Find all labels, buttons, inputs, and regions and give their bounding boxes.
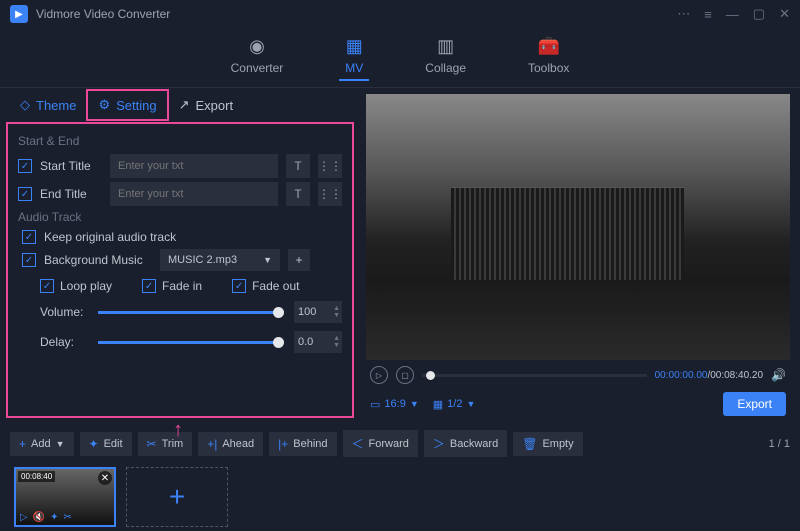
play-button[interactable]: ▷ [370,366,388,384]
clip-toolbar: +Add ▼ ✦Edit ✂Trim +|Ahead |+Behind ＜For… [0,424,800,463]
start-title-input[interactable] [110,154,278,178]
chevron-left-icon: ＜ [352,435,364,452]
chevron-right-icon: ＞ [433,435,445,452]
backward-button[interactable]: ＞Backward [424,430,507,457]
subtab-setting[interactable]: ⚙ Setting [86,89,168,121]
plus-icon: + [19,437,26,451]
tab-mv[interactable]: ▦ MV [339,36,369,81]
delay-label: Delay: [40,335,88,349]
end-title-checkbox[interactable]: ✓ [18,187,32,201]
main-tabs: ◉ Converter ▦ MV ▥ Collage 🧰 Toolbox [0,28,800,88]
volume-stepper[interactable]: 100▲▼ [294,301,342,323]
close-icon[interactable]: ✕ [779,6,790,22]
ahead-button[interactable]: +|Ahead [198,432,263,456]
remove-clip-button[interactable]: ✕ [98,471,112,485]
volume-slider[interactable] [98,311,284,314]
feedback-icon[interactable]: ⋯ [677,6,690,22]
loop-checkbox[interactable]: ✓ [40,279,54,293]
maximize-icon[interactable]: ▢ [753,6,765,22]
end-title-input[interactable] [110,182,278,206]
tab-toolbox[interactable]: 🧰 Toolbox [522,36,575,81]
forward-button[interactable]: ＜Forward [343,430,418,457]
trim-button[interactable]: ✂Trim [138,432,193,456]
zoom-select[interactable]: ▦ 1/2 ▼ [433,398,476,411]
bg-music-select[interactable]: MUSIC 2.mp3 ▼ [160,249,280,271]
title-bar: ▶ Vidmore Video Converter ⋯ ≡ — ▢ ✕ [0,0,800,28]
app-logo-icon: ▶ [10,5,28,23]
clip-mute-icon[interactable]: 🔇 [33,512,45,523]
scissors-icon: ✂ [147,437,157,451]
volume-icon[interactable]: 🔊 [771,368,786,382]
playback-controls: ▷ ▢ 00:00:00.00/00:08:40.20 🔊 [366,360,790,390]
menu-icon[interactable]: ≡ [704,7,712,22]
bg-music-checkbox[interactable]: ✓ [22,253,36,267]
clip-play-icon[interactable]: ▷ [20,512,28,523]
page-counter: 1 / 1 [769,438,790,450]
behind-icon: |+ [278,437,288,451]
clip-trim-icon[interactable]: ✂ [64,512,72,523]
start-end-heading: Start & End [18,134,342,148]
add-music-button[interactable]: + [288,249,310,271]
tab-converter[interactable]: ◉ Converter [225,36,290,81]
delay-stepper[interactable]: 0.0▲▼ [294,331,342,353]
aspect-ratio-select[interactable]: ▭ 16:9 ▼ [370,398,419,411]
subtab-export[interactable]: ↗ Export [169,91,243,119]
export-icon: ↗ [179,97,190,113]
preview-options: ▭ 16:9 ▼ ▦ 1/2 ▼ Export [366,390,790,418]
gear-icon: ⚙ [98,97,110,113]
add-button[interactable]: +Add ▼ [10,432,74,456]
end-title-label: End Title [40,187,102,201]
add-clip-slot[interactable]: + [126,467,228,527]
app-title: Vidmore Video Converter [36,7,677,21]
stop-button[interactable]: ▢ [396,366,414,384]
annotation-arrow-icon: ↑ [173,419,183,442]
start-title-checkbox[interactable]: ✓ [18,159,32,173]
chevron-down-icon: ▼ [263,255,272,265]
clip-duration: 00:08:40 [18,471,55,482]
clip-effect-icon[interactable]: ✦ [50,512,58,523]
tab-collage[interactable]: ▥ Collage [419,36,472,81]
end-text-style-button[interactable]: T [286,182,310,206]
fadein-checkbox[interactable]: ✓ [142,279,156,293]
subtab-theme[interactable]: ◇ Theme [10,91,86,119]
mv-icon: ▦ [346,36,363,57]
behind-button[interactable]: |+Behind [269,432,336,456]
converter-icon: ◉ [249,36,265,57]
collage-icon: ▥ [437,36,454,57]
minimize-icon[interactable]: — [726,7,739,22]
settings-panel: Start & End ✓ Start Title T ⋮⋮ ✓ End Tit… [6,122,354,418]
wand-icon: ✦ [89,437,99,451]
start-text-style-button[interactable]: T [286,154,310,178]
trash-icon: 🗑 [522,437,537,451]
toolbox-icon: 🧰 [537,36,559,57]
audio-track-heading: Audio Track [18,210,342,224]
end-grid-button[interactable]: ⋮⋮ [318,182,342,206]
delay-slider[interactable] [98,341,284,344]
clip-strip: 00:08:40 ✕ ▷ 🔇 ✦ ✂ + [0,463,800,531]
fadeout-checkbox[interactable]: ✓ [232,279,246,293]
empty-button[interactable]: 🗑Empty [513,432,582,456]
time-total: /00:08:40.20 [707,370,763,381]
video-preview[interactable] [366,94,790,360]
preview-panel: ▷ ▢ 00:00:00.00/00:08:40.20 🔊 ▭ 16:9 ▼ ▦… [360,88,800,418]
edit-button[interactable]: ✦Edit [80,432,132,456]
bg-music-label: Background Music [44,253,152,267]
sub-tabs: ◇ Theme ⚙ Setting ↗ Export [0,88,360,122]
ahead-icon: +| [207,437,217,451]
progress-bar[interactable] [422,374,647,377]
keep-original-label: Keep original audio track [44,230,176,244]
export-button[interactable]: Export [723,392,786,416]
left-panel: ◇ Theme ⚙ Setting ↗ Export Start & End ✓… [0,88,360,418]
volume-label: Volume: [40,305,88,319]
start-title-label: Start Title [40,159,102,173]
theme-icon: ◇ [20,97,30,113]
time-current: 00:00:00.00 [655,370,708,381]
keep-original-checkbox[interactable]: ✓ [22,230,36,244]
clip-thumbnail[interactable]: 00:08:40 ✕ ▷ 🔇 ✦ ✂ [14,467,116,527]
start-grid-button[interactable]: ⋮⋮ [318,154,342,178]
